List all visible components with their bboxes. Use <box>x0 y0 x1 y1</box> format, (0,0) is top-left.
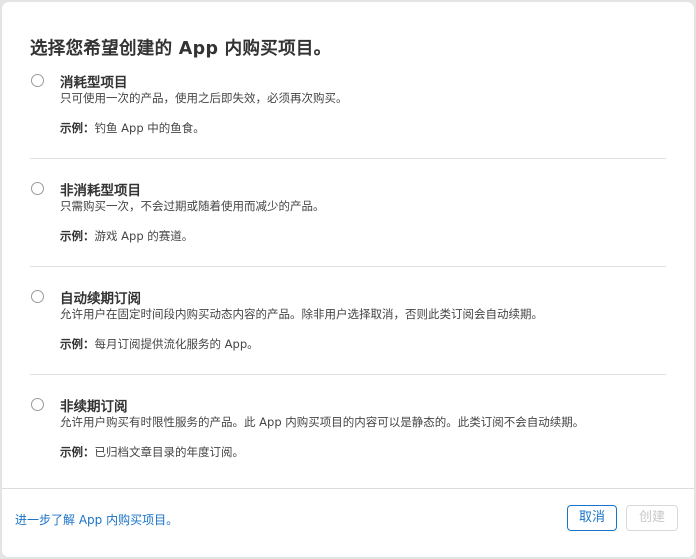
option-title: 自动续期订阅 <box>60 291 141 307</box>
example-text: 钓鱼 App 中的鱼食。 <box>94 121 205 135</box>
example-label: 示例： <box>60 229 95 243</box>
option-title: 非续期订阅 <box>60 399 128 415</box>
option-non-consumable[interactable]: 非消耗型项目 只需购买一次，不会过期或随着使用而减少的产品。 示例：游戏 App… <box>30 182 666 267</box>
option-example: 示例：钓鱼 App 中的鱼食。 <box>60 120 205 136</box>
radio-consumable[interactable] <box>31 74 44 87</box>
new-iap-dialog: 选择您希望创建的 App 内购买项目。 消耗型项目 只可使用一次的产品，使用之后… <box>2 2 694 557</box>
example-text: 游戏 App 的赛道。 <box>94 229 194 243</box>
radio-non-renewing-subscription[interactable] <box>31 398 44 411</box>
option-example: 示例：每月订阅提供流化服务的 App。 <box>60 336 259 352</box>
learn-more-link[interactable]: 进一步了解 App 内购买项目。 <box>15 511 178 528</box>
dialog-title: 选择您希望创建的 App 内购买项目。 <box>30 39 332 59</box>
create-button[interactable]: 创建 <box>626 505 678 531</box>
radio-auto-renewable-subscription[interactable] <box>31 290 44 303</box>
option-description: 只可使用一次的产品，使用之后即失效，必须再次购买。 <box>60 91 348 105</box>
example-text: 每月订阅提供流化服务的 App。 <box>94 337 259 351</box>
example-label: 示例： <box>60 445 95 459</box>
option-title: 非消耗型项目 <box>60 183 141 199</box>
option-example: 示例：游戏 App 的赛道。 <box>60 228 193 244</box>
option-example: 示例：已归档文章目录的年度订阅。 <box>60 444 244 460</box>
example-label: 示例： <box>60 337 95 351</box>
option-consumable[interactable]: 消耗型项目 只可使用一次的产品，使用之后即失效，必须再次购买。 示例：钓鱼 Ap… <box>30 74 666 159</box>
option-description: 允许用户在固定时间段内购买动态内容的产品。除非用户选择取消，否则此类订阅会自动续… <box>60 307 543 321</box>
option-auto-renewable-subscription[interactable]: 自动续期订阅 允许用户在固定时间段内购买动态内容的产品。除非用户选择取消，否则此… <box>30 290 666 375</box>
radio-non-consumable[interactable] <box>31 182 44 195</box>
example-text: 已归档文章目录的年度订阅。 <box>94 445 245 459</box>
option-description: 只需购买一次，不会过期或随着使用而减少的产品。 <box>60 199 325 213</box>
example-label: 示例： <box>60 121 95 135</box>
dialog-footer: 进一步了解 App 内购买项目。 取消 创建 <box>2 488 694 557</box>
option-description: 允许用户购买有时限性服务的产品。此 App 内购买项目的内容可以是静态的。此类订… <box>60 415 585 429</box>
option-title: 消耗型项目 <box>60 75 128 91</box>
option-non-renewing-subscription[interactable]: 非续期订阅 允许用户购买有时限性服务的产品。此 App 内购买项目的内容可以是静… <box>30 398 666 482</box>
cancel-button[interactable]: 取消 <box>567 505 617 531</box>
